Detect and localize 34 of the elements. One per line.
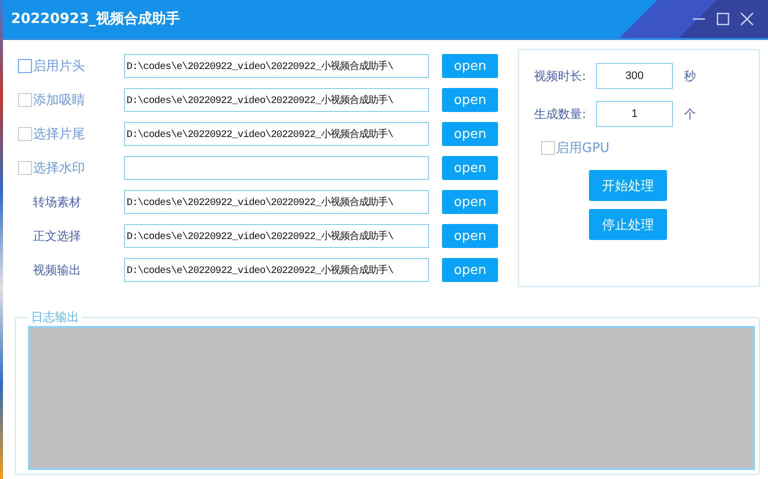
close-icon[interactable] [740,12,754,26]
checkbox[interactable]: 启用片头 [18,57,124,75]
field-label: 正文选择 [32,228,82,244]
path-field[interactable]: D:\codes\e\20220922_video\20220922_小视频合成助手\ [124,224,430,248]
checkbox[interactable]: 启用GPU [541,139,759,157]
open-button[interactable]: open [442,190,498,214]
checkbox[interactable]: 添加吸睛 [18,91,124,109]
open-button[interactable]: open [442,54,498,78]
checkbox[interactable]: 选择水印 [18,159,124,177]
field-label: 生成数量: [534,106,588,122]
maximize-icon[interactable] [716,12,730,26]
number-field[interactable]: 300 [596,63,673,89]
path-field[interactable]: D:\codes\e\20220922_video\20220922_小视频合成助手\ [124,88,430,112]
stop-button[interactable]: 停止处理 [589,209,667,240]
path-field[interactable]: D:\codes\e\20220922_video\20220922_小视频合成助手\ [124,54,430,78]
path-field[interactable]: D:\codes\e\20220922_video\20220922_小视频合成助手\ [124,258,430,282]
open-button[interactable]: open [442,88,498,112]
start-button[interactable]: 开始处理 [589,170,667,201]
field-label: 视频输出 [32,262,82,278]
field-label: 视频时长: [534,68,588,84]
group-title: 日志输出 [30,309,80,326]
checkbox[interactable]: 选择片尾 [18,125,124,143]
open-button[interactable]: open [442,156,498,180]
unit-label: 个 [684,106,696,122]
open-button[interactable]: open [442,258,498,282]
unit-label: 秒 [684,68,696,84]
number-field[interactable]: 1 [596,101,673,127]
path-field[interactable]: D:\codes\e\20220922_video\20220922_小视频合成助手\ [124,190,430,214]
path-field[interactable] [124,156,430,180]
open-button[interactable]: open [442,122,498,146]
field-label: 转场素材 [32,194,82,210]
path-field[interactable]: D:\codes\e\20220922_video\20220922_小视频合成助手\ [124,122,430,146]
open-button[interactable]: open [442,224,498,248]
window-title: 20220923_视频合成助手 [11,10,180,28]
